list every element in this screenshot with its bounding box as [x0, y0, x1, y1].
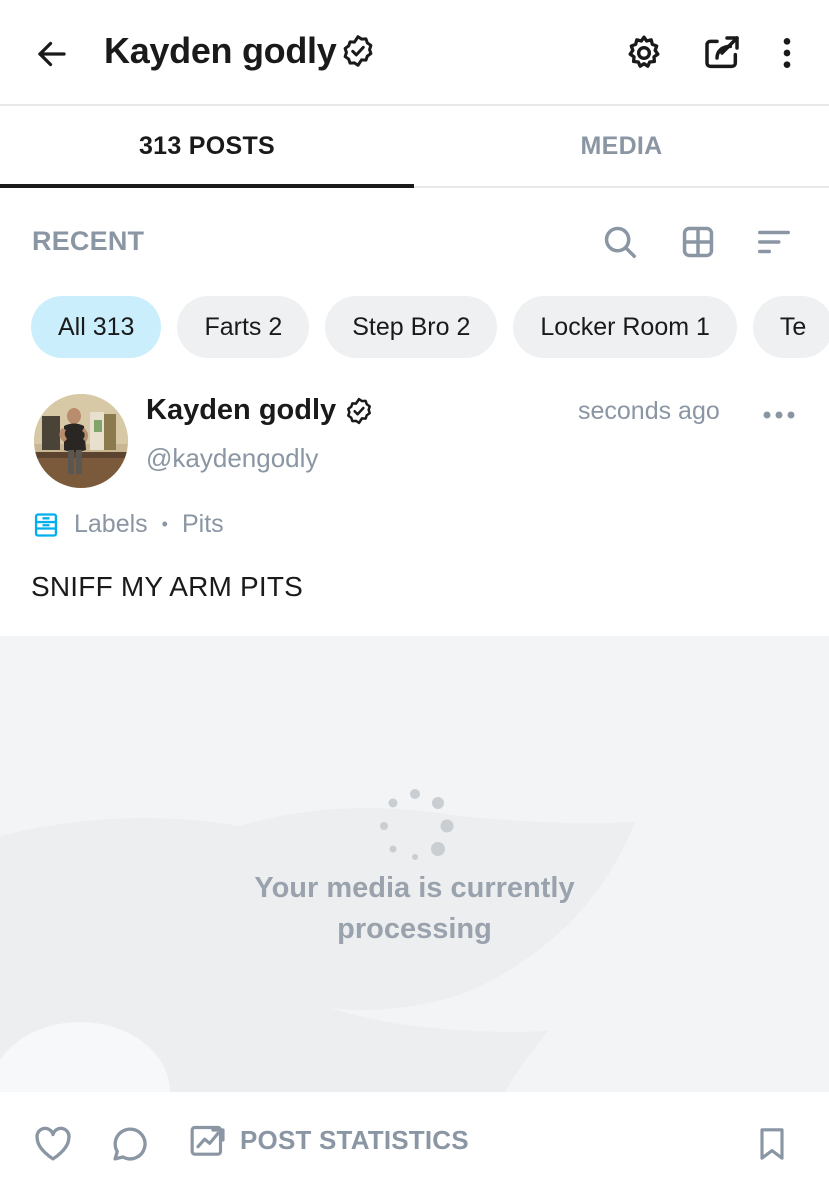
profile-title: Kayden godly: [104, 30, 376, 72]
post-statistics-button[interactable]: POST STATISTICS: [188, 1120, 469, 1160]
processing-line-1: Your media is currently: [254, 872, 575, 904]
tab-media[interactable]: MEDIA: [414, 106, 829, 186]
search-icon[interactable]: [600, 222, 640, 262]
label-pits-link[interactable]: Pits: [182, 510, 224, 539]
post-author-handle[interactable]: @kaydengodly: [146, 443, 318, 474]
loading-spinner-icon: [380, 789, 454, 860]
active-tab-indicator: [0, 184, 414, 188]
post-author[interactable]: Kayden godly: [146, 394, 374, 427]
share-icon[interactable]: [699, 30, 745, 76]
verified-icon: [340, 33, 376, 69]
processing-message: Your media is currently processing: [0, 868, 829, 950]
sort-icon[interactable]: [754, 222, 794, 262]
labels-icon: [32, 511, 60, 539]
chip-all[interactable]: All 313: [31, 296, 162, 358]
labels-link[interactable]: Labels: [74, 510, 148, 539]
statistics-icon: [188, 1120, 228, 1160]
post-timestamp[interactable]: seconds ago: [578, 397, 720, 426]
grid-icon[interactable]: [678, 222, 718, 262]
avatar[interactable]: [34, 394, 128, 488]
chip-farts[interactable]: Farts 2: [177, 296, 310, 358]
chip-locker-room[interactable]: Locker Room 1: [513, 296, 737, 358]
bookmark-icon[interactable]: [750, 1122, 794, 1166]
chip-step-bro[interactable]: Step Bro 2: [325, 296, 498, 358]
post-author-name: Kayden godly: [146, 394, 337, 426]
separator-dot: •: [161, 514, 168, 534]
more-horizontal-icon[interactable]: [758, 398, 800, 432]
settings-icon[interactable]: [621, 30, 667, 76]
post-statistics-label: POST STATISTICS: [240, 1124, 469, 1155]
post-text: SNIFF MY ARM PITS: [31, 571, 304, 602]
comment-icon[interactable]: [108, 1122, 152, 1166]
profile-tabs: 313 POSTS MEDIA: [0, 106, 829, 188]
top-app-bar: Kayden godly: [0, 0, 829, 106]
post-labels: Labels • Pits: [32, 510, 224, 539]
verified-icon: [344, 396, 374, 426]
label-filter-chips: All 313 Farts 2 Step Bro 2 Locker Room 1…: [31, 296, 829, 358]
processing-line-2: processing: [337, 913, 492, 945]
tab-posts[interactable]: 313 POSTS: [0, 106, 414, 186]
more-vertical-icon[interactable]: [764, 30, 810, 76]
chip-partial[interactable]: Te: [752, 296, 829, 358]
back-arrow-icon[interactable]: [30, 32, 74, 76]
sort-label[interactable]: RECENT: [32, 226, 144, 257]
page-title: Kayden godly: [104, 30, 337, 71]
heart-icon[interactable]: [31, 1122, 75, 1166]
media-processing-placeholder: Your media is currently processing: [0, 636, 829, 1092]
